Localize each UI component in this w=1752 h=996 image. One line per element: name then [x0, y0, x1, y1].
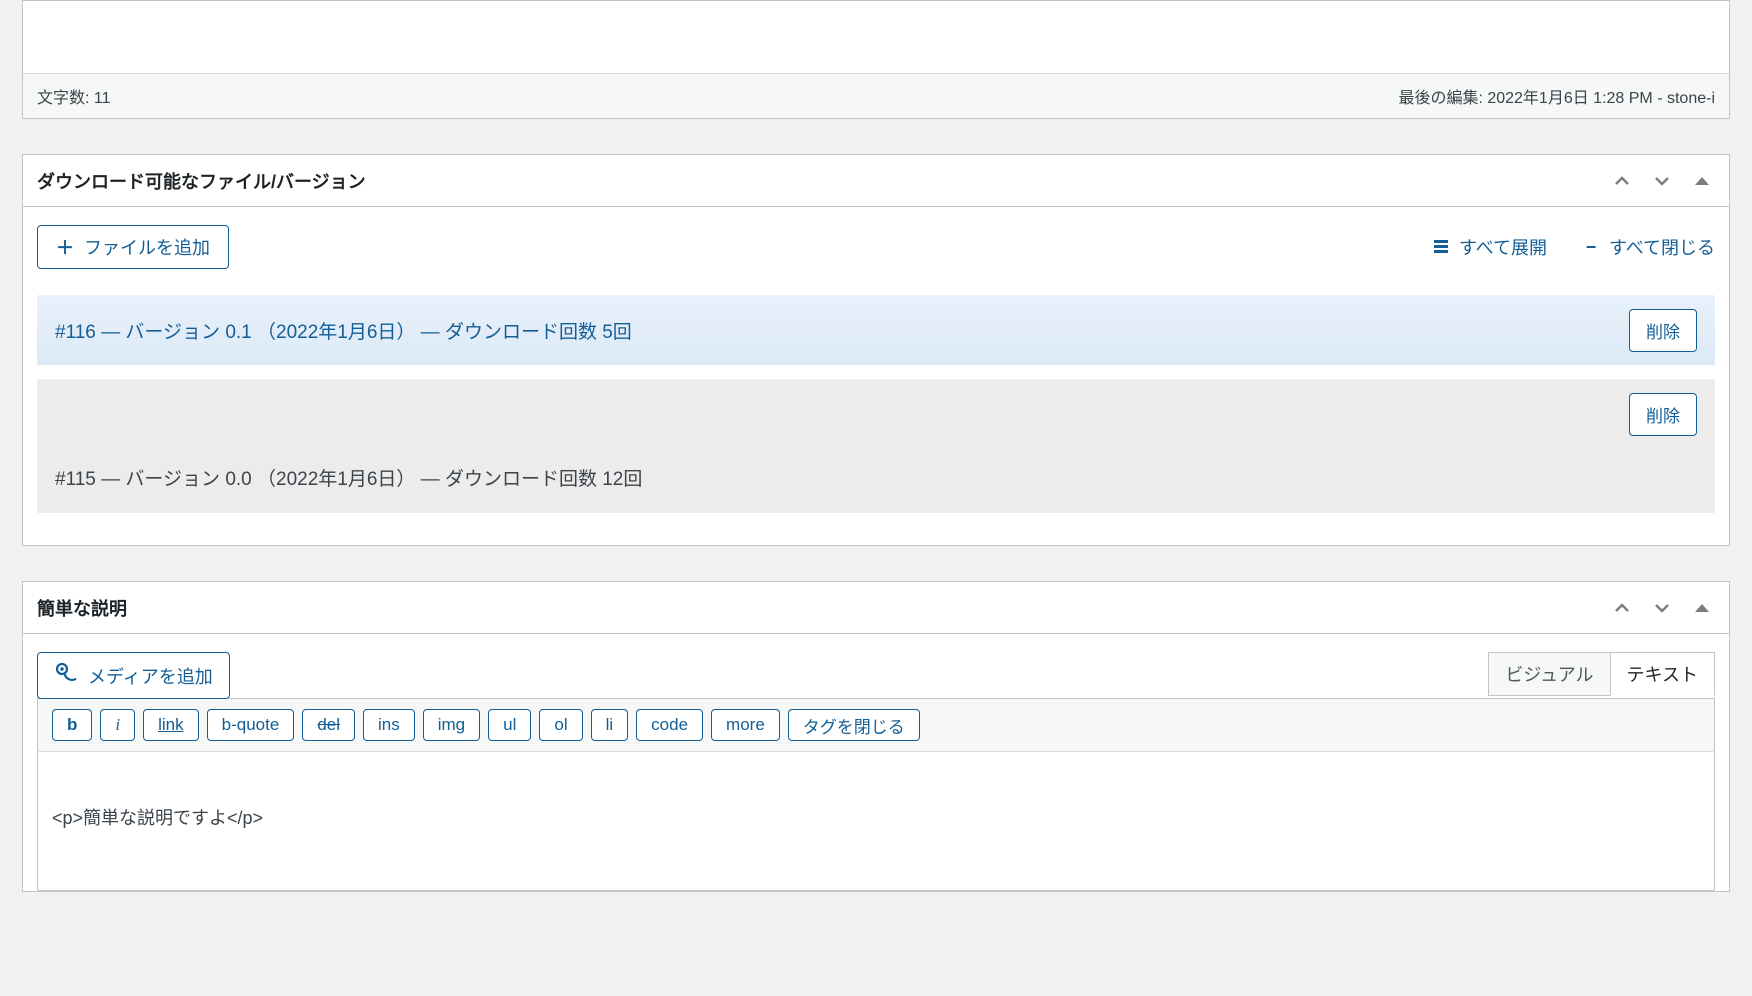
quicktags-toolbar: b i link b-quote del ins img ul ol li co… [37, 698, 1715, 752]
panel-toggle-icon[interactable] [1689, 595, 1715, 621]
collapse-all-icon: − [1581, 237, 1601, 257]
panel-move-up-icon[interactable] [1609, 168, 1635, 194]
add-media-button[interactable]: メディアを追加 [37, 652, 230, 699]
qt-img-button[interactable]: img [423, 709, 480, 741]
media-icon [54, 661, 78, 690]
downloads-panel: ダウンロード可能なファイル/バージョン ＋ ファイルを追加 [22, 154, 1730, 546]
file-row-label: #115 — バージョン 0.0 （2022年1月6日） — ダウンロード回数 … [55, 464, 1697, 491]
panel-move-down-icon[interactable] [1649, 168, 1675, 194]
editor-status-bar: 文字数: 11 最後の編集: 2022年1月6日 1:28 PM - stone… [23, 73, 1729, 118]
qt-closetags-button[interactable]: タグを閉じる [788, 709, 920, 741]
short-description-textarea[interactable]: <p>簡単な説明ですよ</p> [37, 752, 1715, 891]
qt-more-button[interactable]: more [711, 709, 780, 741]
word-count-text: 文字数: 11 [37, 84, 111, 108]
tab-text[interactable]: テキスト [1610, 652, 1715, 696]
panel-header-actions [1609, 168, 1715, 194]
delete-file-button[interactable]: 削除 [1629, 309, 1697, 352]
qt-li-button[interactable]: li [591, 709, 629, 741]
panel-move-down-icon[interactable] [1649, 595, 1675, 621]
file-row[interactable]: #116 — バージョン 0.1 （2022年1月6日） — ダウンロード回数 … [37, 295, 1715, 365]
panel-move-up-icon[interactable] [1609, 595, 1635, 621]
file-row[interactable]: 削除 #115 — バージョン 0.0 （2022年1月6日） — ダウンロード… [37, 379, 1715, 513]
collapse-all-label: すべて閉じる [1609, 234, 1715, 260]
qt-ins-button[interactable]: ins [363, 709, 415, 741]
delete-file-button[interactable]: 削除 [1629, 393, 1697, 436]
last-edit-text: 最後の編集: 2022年1月6日 1:28 PM - stone-i [1398, 84, 1715, 108]
collapse-all-button[interactable]: − すべて閉じる [1581, 234, 1715, 260]
qt-link-button[interactable]: link [143, 709, 199, 741]
panel-header-actions [1609, 595, 1715, 621]
editor-body[interactable] [23, 1, 1729, 73]
downloads-toolbar: ＋ ファイルを追加 すべて展開 − すべて閉じる [37, 225, 1715, 269]
bulk-actions: すべて展開 − すべて閉じる [1431, 234, 1715, 260]
qt-del-button[interactable]: del [302, 709, 355, 741]
file-row-label: #116 — バージョン 0.1 （2022年1月6日） — ダウンロード回数 … [55, 317, 632, 344]
expand-all-button[interactable]: すべて展開 [1431, 234, 1547, 260]
qt-bold-button[interactable]: b [52, 709, 92, 741]
add-file-label: ファイルを追加 [84, 234, 210, 260]
expand-all-label: すべて展開 [1459, 234, 1547, 260]
tab-visual[interactable]: ビジュアル [1488, 652, 1610, 696]
qt-code-button[interactable]: code [636, 709, 703, 741]
desc-toolbar: メディアを追加 ビジュアル テキスト [37, 652, 1715, 699]
downloads-panel-title: ダウンロード可能なファイル/バージョン [37, 168, 366, 194]
add-media-label: メディアを追加 [88, 663, 213, 689]
editor-mode-tabs: ビジュアル テキスト [1489, 652, 1715, 696]
plus-icon: ＋ [56, 234, 74, 260]
panel-toggle-icon[interactable] [1689, 168, 1715, 194]
qt-ol-button[interactable]: ol [539, 709, 582, 741]
desc-panel-title: 簡単な説明 [37, 595, 127, 621]
main-editor-panel: 文字数: 11 最後の編集: 2022年1月6日 1:28 PM - stone… [22, 0, 1730, 119]
downloads-panel-header: ダウンロード可能なファイル/バージョン [23, 155, 1729, 207]
expand-all-icon [1431, 237, 1451, 257]
qt-bquote-button[interactable]: b-quote [207, 709, 295, 741]
short-description-panel: 簡単な説明 [22, 581, 1730, 892]
add-file-button[interactable]: ＋ ファイルを追加 [37, 225, 229, 269]
qt-italic-button[interactable]: i [100, 709, 135, 741]
desc-panel-header: 簡単な説明 [23, 582, 1729, 634]
qt-ul-button[interactable]: ul [488, 709, 531, 741]
desc-panel-body: メディアを追加 ビジュアル テキスト b i link b-quote del … [23, 634, 1729, 891]
downloads-panel-body: ＋ ファイルを追加 すべて展開 − すべて閉じる [23, 207, 1729, 545]
